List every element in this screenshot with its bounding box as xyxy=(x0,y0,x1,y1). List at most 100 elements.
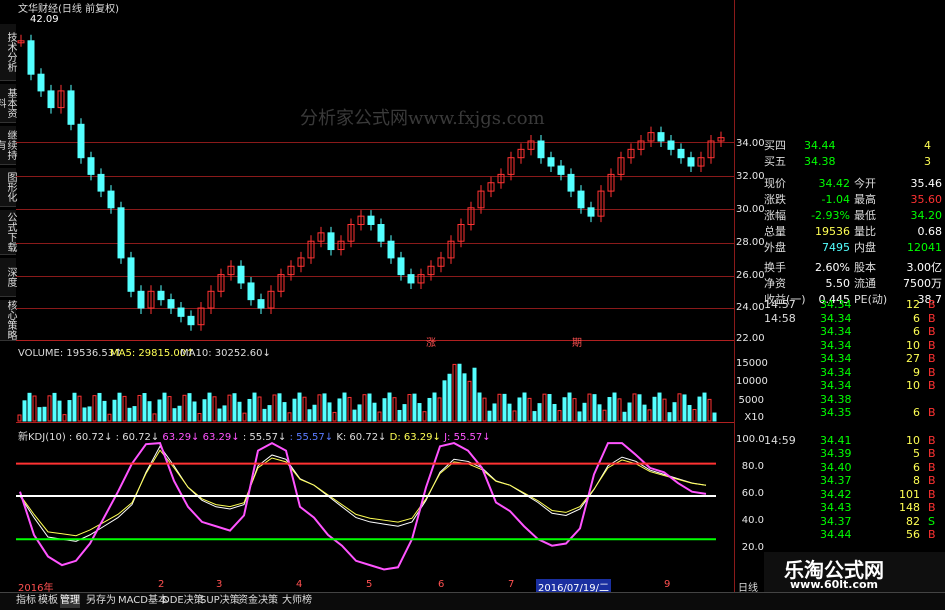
volume-axis-label: 15000 xyxy=(736,358,768,369)
tick-row: 34.34 27 B xyxy=(764,352,945,365)
volume-bar xyxy=(142,393,147,422)
stat-label: 内盘 xyxy=(854,241,876,254)
tick-volume: 10 xyxy=(906,433,920,447)
left-tab[interactable]: 深度 xyxy=(0,258,16,297)
tick-volume: 12 xyxy=(906,298,920,311)
tick-volume: 56 xyxy=(906,528,920,541)
bottom-tab[interactable]: 模板 xyxy=(38,594,58,608)
tick-time: 14:57 xyxy=(764,298,796,311)
tick-volume: 9 xyxy=(913,365,920,379)
volume-bar xyxy=(167,396,172,422)
volume-bar xyxy=(697,396,702,422)
bottom-tab[interactable]: MACD基本 xyxy=(118,594,168,608)
stat-row: 外盘 7495 内盘 12041 xyxy=(764,240,945,256)
tick-volume: 82 xyxy=(906,514,920,528)
volume-bar xyxy=(192,401,197,422)
tick-row: 34.37 82 S xyxy=(764,515,945,528)
bottom-tab[interactable]: SUP决策 xyxy=(200,594,240,608)
volume-bar xyxy=(292,398,297,422)
volume-bar xyxy=(567,392,572,422)
kdj-lines xyxy=(16,441,716,571)
candle-body xyxy=(377,224,385,242)
kdj-k-line xyxy=(19,445,707,542)
volume-bar xyxy=(532,411,537,422)
tick-side: B xyxy=(928,460,936,474)
stat-label: 量比 xyxy=(854,225,876,238)
volume-bar xyxy=(497,393,502,422)
volume-bar xyxy=(652,396,657,422)
candle-body xyxy=(247,282,255,301)
bottom-tab[interactable]: 指标 xyxy=(16,594,36,608)
kdj-d: D: 63.29↓ xyxy=(389,432,441,443)
volume-bar xyxy=(47,395,52,422)
volume-bar xyxy=(432,392,437,422)
order-book-row: 买五 34.38 3 xyxy=(764,154,945,170)
volume-bar xyxy=(682,394,687,422)
kdj-value: : 55.57↓ xyxy=(289,432,334,443)
volume-bar xyxy=(332,411,337,422)
bottom-tab[interactable]: 资金决策 xyxy=(238,594,278,608)
kdj-j: J: 55.57↓ xyxy=(444,432,491,443)
stat-row: 现价 34.42 今开 35.46 xyxy=(764,176,945,192)
volume-bar xyxy=(492,403,497,422)
volume-bar xyxy=(597,404,602,422)
order-qty: 4 xyxy=(924,139,931,152)
stat-value: 34.42 xyxy=(818,177,851,190)
volume-bar xyxy=(337,398,342,422)
volume-bar xyxy=(447,373,452,422)
volume-bar xyxy=(302,396,307,422)
stat-value: 5.50 xyxy=(825,277,851,290)
volume-bar xyxy=(52,392,57,422)
tick-row: 34.42 101 B xyxy=(764,488,945,501)
volume-bar xyxy=(327,402,332,422)
volume-bar xyxy=(632,393,637,422)
volume-bar xyxy=(27,392,32,422)
stat-value: 12041 xyxy=(907,241,942,254)
volume-bar xyxy=(282,402,287,422)
bottom-tab[interactable]: 大师榜 xyxy=(282,594,312,608)
tick-row: 34.44 56 B xyxy=(764,528,945,541)
tick-price: 34.44 xyxy=(820,528,852,541)
left-tab[interactable]: 技术分析 xyxy=(0,24,16,81)
left-tab[interactable]: 核心策略 xyxy=(0,300,16,341)
volume-bar xyxy=(342,392,347,422)
volume-bar xyxy=(572,398,577,422)
tick-side: B xyxy=(928,365,936,379)
volume-bar xyxy=(287,412,292,422)
tick-row: 14:57 34.34 12 B xyxy=(764,298,945,311)
volume-bar xyxy=(312,404,317,422)
price-axis-label: 24.00 xyxy=(736,302,765,313)
left-tab[interactable]: 继续持有 xyxy=(0,126,16,165)
candle-body xyxy=(177,307,185,317)
tick-side: B xyxy=(928,528,936,541)
candle-body xyxy=(677,148,685,159)
volume-bar xyxy=(237,401,242,422)
kdj-axis-label: 60.0 xyxy=(741,488,764,499)
candle-body xyxy=(157,290,165,301)
volume-bar xyxy=(102,400,107,422)
candle-body xyxy=(107,190,115,209)
tick-row: 34.37 8 B xyxy=(764,474,945,487)
tick-volume: 6 xyxy=(913,460,920,474)
volume-bar xyxy=(527,397,532,422)
stat-label: 今开 xyxy=(854,177,876,190)
candle-body xyxy=(137,290,145,309)
volume-bar xyxy=(112,399,117,422)
candle-body xyxy=(557,165,565,175)
bottom-tab[interactable]: 另存为 xyxy=(86,594,116,608)
candle-body xyxy=(27,40,35,75)
candle-body xyxy=(97,173,105,192)
axis-divider xyxy=(734,0,735,592)
volume-bar xyxy=(297,392,302,422)
date-tick: 4 xyxy=(296,579,303,590)
left-tab[interactable]: 图形化 xyxy=(0,168,16,207)
order-price: 34.38 xyxy=(804,155,836,168)
left-tab[interactable]: 公式下载 xyxy=(0,210,16,255)
bottom-tab-active[interactable]: 管理 xyxy=(60,594,80,608)
stat-row: 总量 19536 量比 0.68 xyxy=(764,224,945,240)
bottom-tab[interactable]: DDE决策 xyxy=(162,594,204,608)
date-tick: 5 xyxy=(366,579,373,590)
chart-canvas xyxy=(16,34,725,571)
left-tab[interactable]: 基本资料 xyxy=(0,84,16,123)
volume-bar xyxy=(462,373,467,422)
